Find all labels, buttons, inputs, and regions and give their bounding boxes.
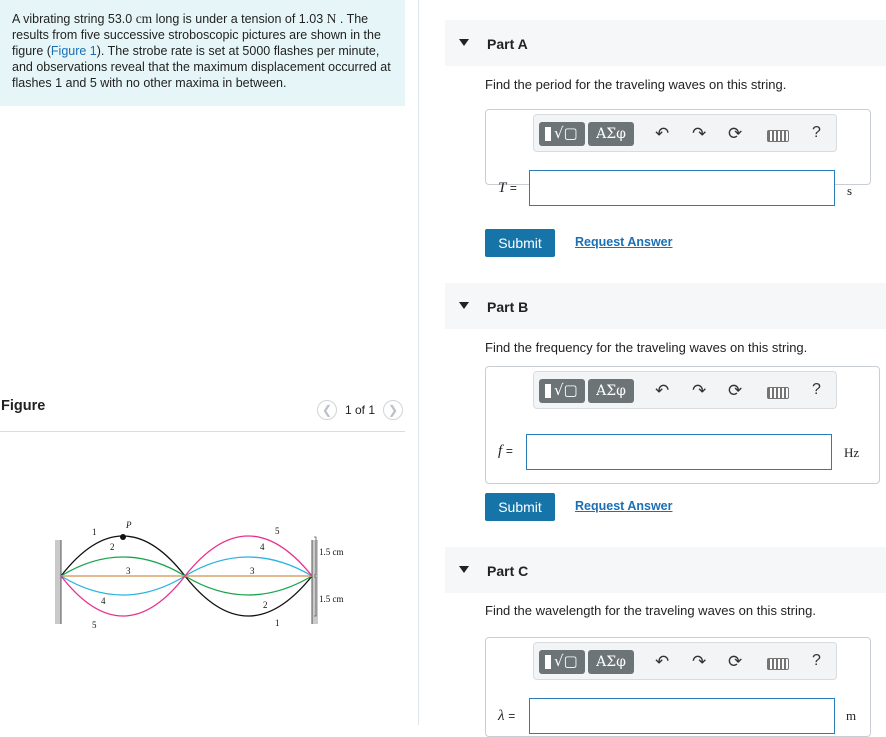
math-toolbar: √▢ ΑΣφ ↶ ↷ ⟳ ? — [533, 642, 837, 680]
part-a-header[interactable]: Part A — [445, 20, 886, 66]
label-right-5: 5 — [275, 526, 280, 536]
help-icon[interactable]: ? — [812, 124, 821, 142]
right-wall — [312, 540, 318, 624]
help-icon[interactable]: ? — [812, 381, 821, 399]
collapse-triangle-icon — [459, 39, 469, 46]
part-b-answer-box: √▢ ΑΣφ ↶ ↷ ⟳ ? f = Hz — [485, 366, 880, 484]
variable-label: λ = — [498, 708, 516, 724]
undo-icon[interactable]: ↶ — [655, 124, 669, 144]
part-a-submit-button[interactable]: Submit — [485, 229, 555, 257]
label-left-4: 4 — [101, 596, 106, 606]
part-a-answer-input[interactable] — [529, 170, 835, 206]
label-right-4: 4 — [260, 542, 265, 552]
figure-link[interactable]: Figure 1 — [51, 44, 97, 58]
column-divider — [418, 0, 419, 725]
redo-icon[interactable]: ↷ — [692, 381, 706, 401]
part-b-question: Find the frequency for the traveling wav… — [485, 340, 808, 355]
undo-icon[interactable]: ↶ — [655, 381, 669, 401]
part-b-header[interactable]: Part B — [445, 283, 886, 329]
collapse-triangle-icon — [459, 302, 469, 309]
templates-button[interactable]: √▢ — [539, 122, 585, 146]
chevron-left-icon[interactable]: ❮ — [316, 400, 337, 420]
greek-symbols-button[interactable]: ΑΣφ — [588, 122, 634, 146]
keyboard-icon[interactable] — [767, 387, 789, 399]
label-right-2: 2 — [263, 600, 268, 610]
scale-label-top: 1.5 cm — [319, 547, 344, 557]
label-left-3: 3 — [126, 566, 131, 576]
variable-label: f = — [498, 443, 513, 459]
part-c-title: Part C — [487, 563, 529, 579]
label-left-5: 5 — [92, 620, 97, 630]
label-right-3: 3 — [250, 566, 255, 576]
part-c-header[interactable]: Part C — [445, 547, 886, 593]
part-a-unit: s — [847, 183, 853, 198]
redo-icon[interactable]: ↷ — [692, 652, 706, 672]
left-wall — [55, 540, 61, 624]
templates-button[interactable]: √▢ — [539, 379, 585, 403]
figure-header: Figure ❮ 1 of 1 ❯ — [0, 397, 405, 432]
point-p — [120, 534, 126, 540]
unit-cm: cm — [135, 11, 153, 26]
undo-icon[interactable]: ↶ — [655, 652, 669, 672]
part-a-question: Find the period for the traveling waves … — [485, 77, 787, 92]
math-toolbar: √▢ ΑΣφ ↶ ↷ ⟳ ? — [533, 371, 837, 409]
part-c-answer-box: √▢ ΑΣφ ↶ ↷ ⟳ ? λ = m — [485, 637, 871, 737]
reset-icon[interactable]: ⟳ — [728, 652, 742, 672]
figure-pager: ❮ 1 of 1 ❯ — [316, 400, 403, 420]
keyboard-icon[interactable] — [767, 658, 789, 670]
variable-label: T = — [498, 180, 517, 196]
label-left-1: 1 — [92, 527, 97, 537]
templates-button[interactable]: √▢ — [539, 650, 585, 674]
radical-icon: √▢ — [554, 124, 578, 142]
radical-icon: √▢ — [554, 381, 578, 399]
part-c-unit: m — [846, 708, 857, 723]
label-left-2: 2 — [110, 542, 115, 552]
figure-title: Figure — [1, 398, 46, 414]
part-b-unit: Hz — [844, 445, 860, 460]
standing-wave-figure: P 1 2 3 4 5 5 4 3 2 1 1.5 cm 1.5 cm — [55, 520, 344, 630]
help-icon[interactable]: ? — [812, 652, 821, 670]
label-p: P — [125, 520, 132, 530]
greek-symbols-button[interactable]: ΑΣφ — [588, 650, 634, 674]
math-toolbar: √▢ ΑΣφ ↶ ↷ ⟳ ? — [533, 114, 837, 152]
greek-symbols-button[interactable]: ΑΣφ — [588, 379, 634, 403]
label-right-1: 1 — [275, 618, 280, 628]
problem-statement: A vibrating string 53.0 cm long is under… — [0, 0, 405, 106]
part-b-answer-input[interactable] — [526, 434, 832, 470]
pager-count: 1 of 1 — [344, 403, 375, 417]
problem-text: A vibrating string 53.0 cm long is under… — [12, 11, 391, 90]
part-b-title: Part B — [487, 299, 529, 315]
unit-n: N — [326, 11, 337, 26]
reset-icon[interactable]: ⟳ — [728, 381, 742, 401]
part-c-answer-input[interactable] — [529, 698, 835, 734]
part-a-title: Part A — [487, 36, 528, 52]
reset-icon[interactable]: ⟳ — [728, 124, 742, 144]
collapse-triangle-icon — [459, 566, 469, 573]
chevron-right-icon[interactable]: ❯ — [383, 400, 403, 420]
part-a-request-answer-link[interactable]: Request Answer — [575, 235, 672, 249]
part-c-question: Find the wavelength for the traveling wa… — [485, 603, 816, 618]
keyboard-icon[interactable] — [767, 130, 789, 142]
scale-label-bottom: 1.5 cm — [319, 594, 344, 604]
part-b-request-answer-link[interactable]: Request Answer — [575, 499, 672, 513]
part-b-submit-button[interactable]: Submit — [485, 493, 555, 521]
radical-icon: √▢ — [554, 652, 578, 670]
redo-icon[interactable]: ↷ — [692, 124, 706, 144]
